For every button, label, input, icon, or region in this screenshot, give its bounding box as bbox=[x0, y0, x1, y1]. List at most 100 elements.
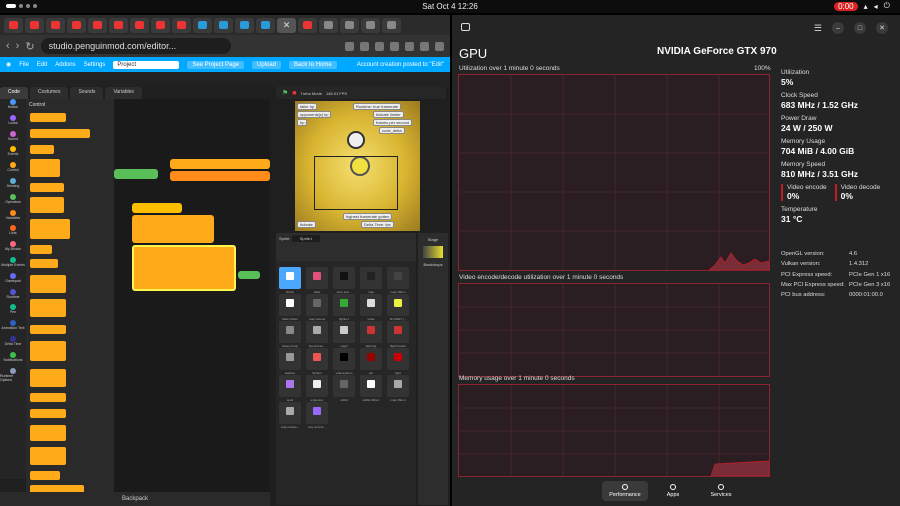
sidebar-toggle-icon[interactable] bbox=[461, 23, 470, 31]
browser-tab[interactable] bbox=[4, 17, 23, 33]
category-item[interactable]: Animation Text bbox=[0, 320, 26, 336]
category-item[interactable]: Sound bbox=[0, 130, 26, 147]
see-project-page-button[interactable]: See Project Page bbox=[187, 60, 245, 69]
browser-tab[interactable] bbox=[67, 17, 86, 33]
backpack[interactable]: Backpack bbox=[0, 492, 270, 506]
sprite-thumbnail[interactable]: flight border bbox=[387, 321, 409, 348]
menu-icon[interactable]: ☰ bbox=[814, 23, 822, 34]
sprite-thumbnail[interactable]: act bbox=[360, 348, 382, 375]
sprite-thumbnail[interactable]: FLOWEY j... bbox=[387, 294, 409, 321]
category-item[interactable]: Motion bbox=[0, 99, 26, 115]
green-flag-icon[interactable]: ⚑ bbox=[282, 89, 288, 97]
sprite-thumbnail[interactable]: map2 bbox=[333, 321, 355, 348]
reload-icon[interactable]: ↻ bbox=[25, 40, 34, 53]
palette-block[interactable] bbox=[30, 341, 66, 361]
penguinmod-logo[interactable]: ◉ bbox=[6, 61, 11, 68]
sprite-thumbnail[interactable]: rabbit ribbon bbox=[360, 375, 382, 402]
script-block[interactable] bbox=[114, 169, 158, 179]
minimize-icon[interactable]: – bbox=[832, 22, 844, 34]
recording-indicator[interactable]: 0:00 bbox=[834, 1, 858, 11]
category-item[interactable]: Delta Time bbox=[0, 335, 26, 352]
sprite-thumbnail[interactable]: map retrace... bbox=[279, 402, 301, 429]
category-item[interactable]: Gamepad bbox=[0, 272, 26, 289]
sprite-thumbnail[interactable]: big and de... bbox=[306, 321, 328, 348]
category-item[interactable]: Lists bbox=[0, 225, 26, 241]
network-icon[interactable]: ▴ bbox=[864, 2, 868, 11]
sprite-thumbnail[interactable]: Sprite1 bbox=[306, 348, 328, 375]
script-block[interactable] bbox=[132, 203, 182, 213]
tab-code[interactable]: Code bbox=[0, 87, 28, 99]
url-field[interactable]: studio.penguinmod.com/editor... bbox=[40, 38, 231, 54]
sprite-thumbnail[interactable]: rabbit bbox=[333, 375, 355, 402]
category-item[interactable]: Runtime Options bbox=[0, 367, 26, 384]
menu-edit[interactable]: Edit bbox=[37, 62, 47, 68]
sprite-thumbnail[interactable]: fighter1 bbox=[333, 294, 355, 321]
script-block[interactable] bbox=[170, 159, 270, 169]
browser-tab[interactable] bbox=[298, 17, 317, 33]
sprite-thumbnail[interactable]: map volume bbox=[306, 294, 328, 321]
extension-icon[interactable] bbox=[390, 41, 399, 51]
category-item[interactable]: Runtime bbox=[0, 288, 26, 305]
sprite-thumbnail[interactable]: spell bbox=[279, 375, 301, 402]
palette-block[interactable] bbox=[30, 219, 70, 239]
browser-tab[interactable] bbox=[46, 17, 65, 33]
browser-tab-active[interactable]: ✕ bbox=[277, 17, 296, 33]
palette-block[interactable] bbox=[30, 325, 66, 334]
palette-block[interactable] bbox=[30, 409, 66, 418]
browser-tab[interactable] bbox=[214, 17, 233, 33]
browser-tab[interactable] bbox=[88, 17, 107, 33]
palette-block[interactable] bbox=[30, 129, 90, 138]
palette-block[interactable] bbox=[30, 259, 58, 268]
sprite-thumbnail[interactable]: flowey body bbox=[279, 321, 301, 348]
category-item[interactable]: Multiple Events bbox=[0, 256, 26, 273]
browser-tab[interactable] bbox=[193, 17, 212, 33]
palette-block[interactable] bbox=[30, 275, 66, 293]
tab-apps[interactable]: Apps bbox=[650, 481, 696, 501]
browser-tab[interactable] bbox=[340, 17, 359, 33]
maximize-icon[interactable]: □ bbox=[854, 22, 866, 34]
back-arrow-icon[interactable]: ‹ bbox=[6, 40, 10, 52]
sprite-thumbnail[interactable]: map bbox=[360, 267, 382, 294]
palette-block[interactable] bbox=[30, 393, 66, 402]
extension-icon[interactable] bbox=[420, 41, 429, 51]
category-item[interactable]: Notifications bbox=[0, 351, 26, 368]
code-workspace[interactable] bbox=[114, 99, 270, 494]
palette-block[interactable] bbox=[30, 159, 60, 177]
sprite-thumbnail[interactable]: table ribbon bbox=[279, 294, 301, 321]
palette-block[interactable] bbox=[30, 369, 66, 387]
script-block-highlighted[interactable] bbox=[132, 245, 236, 291]
extension-icon[interactable] bbox=[345, 41, 354, 51]
palette-block[interactable] bbox=[30, 471, 60, 480]
palette-block[interactable] bbox=[30, 145, 54, 154]
sprite-thumbnail[interactable]: map ribbon bbox=[387, 375, 409, 402]
category-item[interactable]: Sensing bbox=[0, 177, 26, 194]
close-icon[interactable]: ✕ bbox=[876, 22, 888, 34]
category-item[interactable]: Looks bbox=[0, 114, 26, 131]
palette-block[interactable] bbox=[30, 197, 64, 213]
palette-block[interactable] bbox=[30, 425, 66, 441]
category-item[interactable]: Variables bbox=[0, 209, 26, 226]
sprite-name-input[interactable]: Sprite1 bbox=[291, 235, 321, 242]
browser-tab[interactable] bbox=[151, 17, 170, 33]
forward-arrow-icon[interactable]: › bbox=[16, 40, 20, 52]
menu-settings[interactable]: Settings bbox=[84, 62, 106, 68]
project-title-input[interactable]: Project bbox=[113, 60, 180, 69]
tab-variables[interactable]: Variables bbox=[105, 87, 142, 99]
category-item[interactable]: Events bbox=[0, 146, 26, 162]
sprite-thumbnail[interactable]: map ribbon bbox=[387, 267, 409, 294]
browser-tab[interactable] bbox=[319, 17, 338, 33]
menu-file[interactable]: File bbox=[19, 62, 29, 68]
script-block[interactable] bbox=[238, 271, 260, 279]
tab-services[interactable]: Services bbox=[698, 481, 744, 501]
palette-block[interactable] bbox=[30, 183, 64, 192]
tab-costumes[interactable]: Costumes bbox=[29, 87, 69, 99]
menu-addons[interactable]: Addons bbox=[55, 62, 75, 68]
browser-tab[interactable] bbox=[109, 17, 128, 33]
sprite-thumbnail[interactable]: button bbox=[279, 267, 301, 294]
palette-block[interactable] bbox=[30, 113, 66, 122]
backdrop-thumbnail[interactable] bbox=[423, 246, 443, 258]
clock[interactable]: Sat Oct 4 12:26 bbox=[0, 2, 900, 11]
menu-icon[interactable] bbox=[435, 41, 444, 51]
browser-tab[interactable] bbox=[361, 17, 380, 33]
category-item[interactable]: Operators bbox=[0, 193, 26, 210]
